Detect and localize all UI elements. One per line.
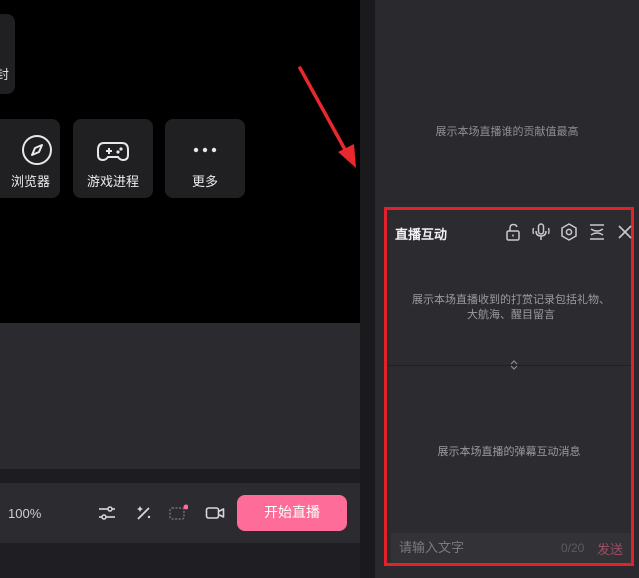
message-input-row: 0/20 发送 <box>391 533 631 563</box>
game-process-label: 游戏进程 <box>86 175 139 190</box>
more-dots-icon <box>193 147 217 153</box>
magic-wand-icon[interactable] <box>134 503 154 523</box>
divider-strip <box>0 469 360 483</box>
camera-icon[interactable] <box>205 503 225 523</box>
more-label: 更多 <box>191 175 218 190</box>
more-sources-tile[interactable]: 更多 <box>165 119 245 198</box>
char-counter: 0/20 <box>561 541 585 555</box>
game-process-tile[interactable]: 游戏进程 <box>73 119 153 198</box>
live-interaction-title: 直播互动 <box>395 228 448 243</box>
pane-divider[interactable] <box>360 0 375 578</box>
gamepad-icon <box>97 142 129 162</box>
scene-area <box>0 323 360 469</box>
contribution-hint: 展示本场直播谁的贡献值最高 <box>435 125 579 138</box>
message-input[interactable] <box>399 533 559 563</box>
danmu-hint: 展示本场直播的弹幕互动消息 <box>437 445 581 458</box>
scene-tile-partial[interactable]: 封 <box>0 14 15 94</box>
send-button[interactable]: 发送 <box>597 539 623 558</box>
voice-broadcast-icon[interactable] <box>531 222 551 242</box>
adjust-sliders-icon[interactable] <box>97 503 117 523</box>
partial-tile-glyph: 封 <box>0 68 10 83</box>
collapse-panel-icon[interactable] <box>587 222 607 242</box>
unlock-icon[interactable] <box>503 222 523 242</box>
interaction-icon[interactable] <box>168 503 188 523</box>
zoom-level[interactable]: 100% <box>8 506 41 521</box>
left-bottom-bar <box>0 543 360 578</box>
browser-source-tile[interactable]: 浏览器 <box>0 119 60 198</box>
browser-label: 浏览器 <box>10 175 50 190</box>
close-icon[interactable] <box>615 222 635 242</box>
live-interaction-panel: 直播互动 展示本场直播收到的打赏记录包括礼物、大航海、醒目留言 展示本场直播的弹… <box>384 207 634 566</box>
gift-record-hint: 展示本场直播收到的打赏记录包括礼物、大航海、醒目留言 <box>412 293 610 321</box>
compass-icon <box>22 135 52 165</box>
splitter-handle-icon[interactable] <box>509 360 519 370</box>
start-live-button[interactable]: 开始直播 <box>237 495 347 531</box>
settings-hexagon-icon[interactable] <box>559 222 579 242</box>
red-arrow-annotation <box>298 66 356 168</box>
